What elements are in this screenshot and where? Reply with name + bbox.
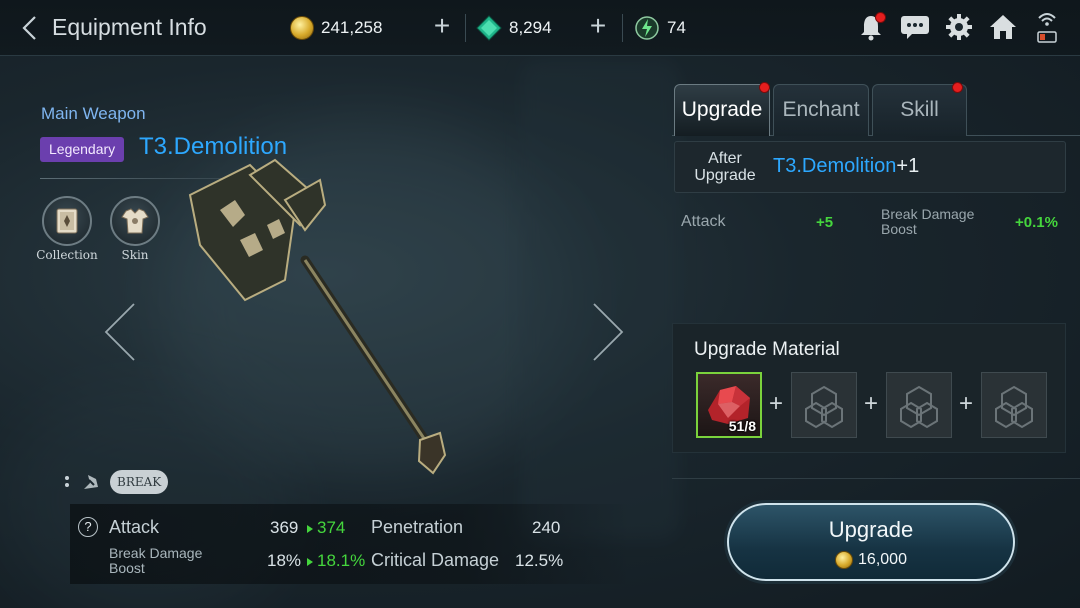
tab-upgrade[interactable]: Upgrade xyxy=(674,84,770,136)
collection-label: Collection xyxy=(36,248,98,262)
armor-icon xyxy=(121,208,149,234)
plus-sign: + xyxy=(864,390,879,417)
empty-slot-icon xyxy=(900,385,938,429)
upgrade-cost-amount: 16,000 xyxy=(858,551,907,568)
energy-amount: 74 xyxy=(667,18,686,37)
empty-slot-icon xyxy=(805,385,843,429)
break-damage-next-value: 18.1% xyxy=(317,551,366,570)
after-attack-gain: +5 xyxy=(816,214,834,231)
break-damage-value: 18% xyxy=(267,551,302,570)
divider xyxy=(622,14,623,42)
upgrade-tab-dot xyxy=(759,82,770,93)
increase-arrow-icon xyxy=(307,525,313,533)
break-skill-icon xyxy=(84,475,98,489)
rarity-badge: Legendary xyxy=(40,137,125,162)
notification-dot xyxy=(875,12,886,23)
back-arrow-icon[interactable] xyxy=(18,14,42,42)
signal-battery-icon xyxy=(1032,10,1062,44)
previous-arrow-icon[interactable] xyxy=(102,300,138,364)
after-upgrade-name: T3.Demolition+1 xyxy=(773,155,919,178)
tab-skill[interactable]: Skill xyxy=(872,84,967,136)
after-break-label: Break Damage Boost xyxy=(881,206,975,237)
gem-amount: 8,294 xyxy=(509,18,552,37)
plus-sign: + xyxy=(769,390,784,417)
skin-label: Skin xyxy=(121,248,149,262)
material-slot-empty[interactable] xyxy=(886,372,952,438)
add-gems-button[interactable]: + xyxy=(586,12,610,41)
material-slot-empty[interactable] xyxy=(981,372,1047,438)
divider xyxy=(465,14,466,42)
gold-counter: 241,258 xyxy=(290,12,382,44)
after-attack-label: Attack xyxy=(681,213,726,230)
attack-value: 369 xyxy=(270,518,299,537)
slot-label: Main Weapon xyxy=(41,104,146,123)
more-options-icon[interactable] xyxy=(62,472,72,492)
material-count: 51/8 xyxy=(728,418,756,434)
break-badge: BREAK xyxy=(110,470,169,494)
after-break-gain: +0.1% xyxy=(1015,214,1058,231)
page-title: Equipment Info xyxy=(52,14,207,40)
top-bar: Equipment Info 241,258 + 8,294 + 74 xyxy=(0,0,1080,56)
home-icon[interactable] xyxy=(988,10,1018,44)
critical-damage-label: Critical Damage xyxy=(371,550,500,570)
collection-button[interactable] xyxy=(42,196,92,246)
green-gem-icon xyxy=(476,15,502,41)
after-weapon-name: T3.Demolition xyxy=(773,155,897,177)
gold-amount: 241,258 xyxy=(321,18,383,37)
increase-arrow-icon xyxy=(307,558,313,566)
energy-counter: 74 xyxy=(634,12,686,44)
upgrade-button[interactable]: Upgrade 16,000 xyxy=(727,503,1015,581)
notification-bell-icon[interactable] xyxy=(856,10,886,44)
chat-icon[interactable] xyxy=(900,10,930,44)
plus-sign: + xyxy=(959,390,974,417)
after-level: +1 xyxy=(896,155,920,177)
attack-label: Attack xyxy=(109,517,160,537)
divider xyxy=(672,478,1080,479)
gold-coin-icon xyxy=(835,551,854,569)
gold-coin-icon xyxy=(290,16,314,40)
break-damage-label: Break Damage Boost xyxy=(109,545,203,576)
penetration-value: 240 xyxy=(532,518,561,537)
tab-enchant[interactable]: Enchant xyxy=(773,84,869,136)
tab-bar: Upgrade Enchant Skill xyxy=(672,84,1080,136)
upgrade-button-label: Upgrade xyxy=(828,517,914,542)
help-icon[interactable]: ? xyxy=(78,517,98,537)
attack-next-value: 374 xyxy=(317,518,346,537)
add-gold-button[interactable]: + xyxy=(430,12,454,41)
critical-damage-value: 12.5% xyxy=(515,551,564,570)
after-upgrade-label: After Upgrade xyxy=(694,150,756,184)
gem-counter: 8,294 xyxy=(476,12,552,44)
skin-button[interactable] xyxy=(110,196,160,246)
skill-tab-dot xyxy=(952,82,963,93)
empty-slot-icon xyxy=(995,385,1033,429)
weapon-model xyxy=(188,158,447,475)
settings-gear-icon[interactable] xyxy=(944,10,974,44)
material-slot-ore[interactable]: 51/8 xyxy=(696,372,762,438)
book-icon xyxy=(56,208,78,234)
material-slot-empty[interactable] xyxy=(791,372,857,438)
penetration-label: Penetration xyxy=(371,517,464,537)
energy-icon xyxy=(635,16,659,40)
upgrade-cost: 16,000 xyxy=(729,551,1013,569)
upgrade-material-title: Upgrade Material xyxy=(694,339,840,360)
next-arrow-icon[interactable] xyxy=(590,300,626,364)
